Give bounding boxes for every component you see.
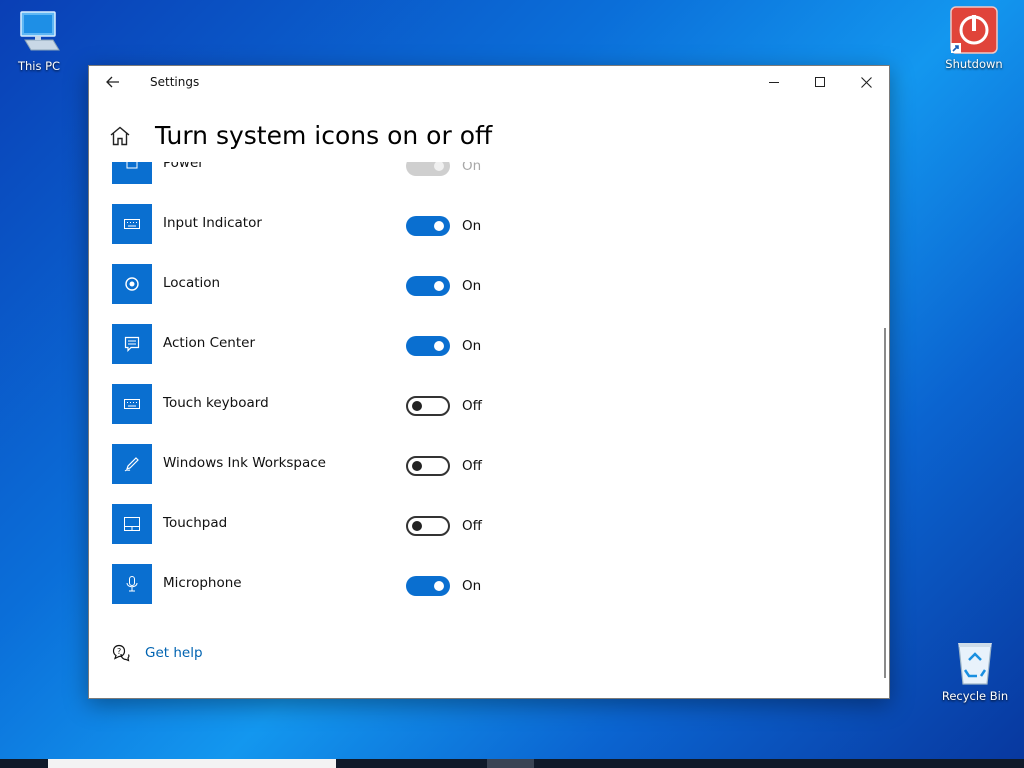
setting-label: Windows Ink Workspace <box>163 455 326 471</box>
maximize-icon <box>815 77 825 87</box>
setting-row-windows-ink-workspace: Windows Ink Workspace Off <box>112 444 532 484</box>
touch-keyboard-toggle[interactable] <box>406 396 450 416</box>
computer-icon <box>15 8 63 56</box>
input-indicator-toggle[interactable] <box>406 216 450 236</box>
back-button[interactable] <box>97 68 129 96</box>
toggle-state: On <box>462 278 482 294</box>
taskbar <box>0 759 1024 768</box>
toggle-state: Off <box>462 518 482 534</box>
touchpad-toggle[interactable] <box>406 516 450 536</box>
help-chat-icon: ? <box>112 644 130 662</box>
setting-label: Action Center <box>163 335 256 351</box>
desktop-icon-label: Shutdown <box>945 57 1003 71</box>
page-header: Turn system icons on or off <box>89 116 889 162</box>
action-center-toggle[interactable] <box>406 336 450 356</box>
toggle-state: On <box>462 338 482 354</box>
recycle-bin-icon <box>951 638 999 686</box>
maximize-button[interactable] <box>797 66 843 98</box>
home-icon <box>110 126 130 146</box>
setting-label: Input Indicator <box>163 215 262 231</box>
page-title: Turn system icons on or off <box>155 121 493 150</box>
get-help-link[interactable]: Get help <box>145 645 203 661</box>
desktop-icon-label: Recycle Bin <box>941 689 1009 703</box>
setting-label: Power <box>163 162 204 171</box>
keyboard-icon <box>112 204 152 244</box>
keyboard-icon <box>112 384 152 424</box>
setting-row-action-center: Action Center On <box>112 324 532 364</box>
desktop-icon-label: This PC <box>17 59 61 73</box>
system-icons-list: Power On Input Indicator On Location On <box>89 162 889 698</box>
toggle-state: On <box>462 218 482 234</box>
minimize-icon <box>769 82 779 83</box>
setting-row-location: Location On <box>112 264 532 304</box>
setting-row-touchpad: Touchpad Off <box>112 504 532 544</box>
power-toggle[interactable] <box>406 162 450 176</box>
window-title: Settings <box>150 75 200 89</box>
setting-label: Touchpad <box>163 515 228 531</box>
power-icon <box>112 162 152 184</box>
svg-text:?: ? <box>117 647 121 656</box>
close-button[interactable] <box>843 66 889 98</box>
shutdown-icon <box>950 6 998 54</box>
setting-row-input-indicator: Input Indicator On <box>112 204 532 244</box>
setting-label: Location <box>163 275 221 291</box>
close-icon <box>860 76 872 88</box>
pen-icon <box>112 444 152 484</box>
home-button[interactable] <box>109 126 137 154</box>
toggle-state: Off <box>462 458 482 474</box>
microphone-toggle[interactable] <box>406 576 450 596</box>
action-center-icon <box>112 324 152 364</box>
minimize-button[interactable] <box>751 66 797 98</box>
desktop-icon-shutdown[interactable]: Shutdown <box>936 6 1012 71</box>
touchpad-icon <box>112 504 152 544</box>
setting-row-microphone: Microphone On <box>112 564 532 604</box>
setting-label: Touch keyboard <box>163 395 269 411</box>
microphone-icon <box>112 564 152 604</box>
taskbar-settings-app[interactable] <box>487 759 534 768</box>
setting-row-power: Power On <box>112 162 532 184</box>
desktop-icon-recycle-bin[interactable]: Recycle Bin <box>937 638 1013 703</box>
taskbar-search-box[interactable] <box>48 759 336 768</box>
toggle-state: Off <box>462 398 482 414</box>
windows-ink-toggle[interactable] <box>406 456 450 476</box>
settings-window: Settings Turn system icons on or off Pow… <box>88 65 890 699</box>
toggle-state: On <box>462 162 482 174</box>
location-icon <box>112 264 152 304</box>
title-bar[interactable]: Settings <box>89 66 889 98</box>
desktop-icon-this-pc[interactable]: This PC <box>1 8 77 73</box>
location-toggle[interactable] <box>406 276 450 296</box>
setting-label: Microphone <box>163 575 242 591</box>
scrollbar[interactable] <box>884 328 886 678</box>
setting-row-touch-keyboard: Touch keyboard Off <box>112 384 532 424</box>
arrow-left-icon <box>106 76 119 88</box>
toggle-state: On <box>462 578 482 594</box>
